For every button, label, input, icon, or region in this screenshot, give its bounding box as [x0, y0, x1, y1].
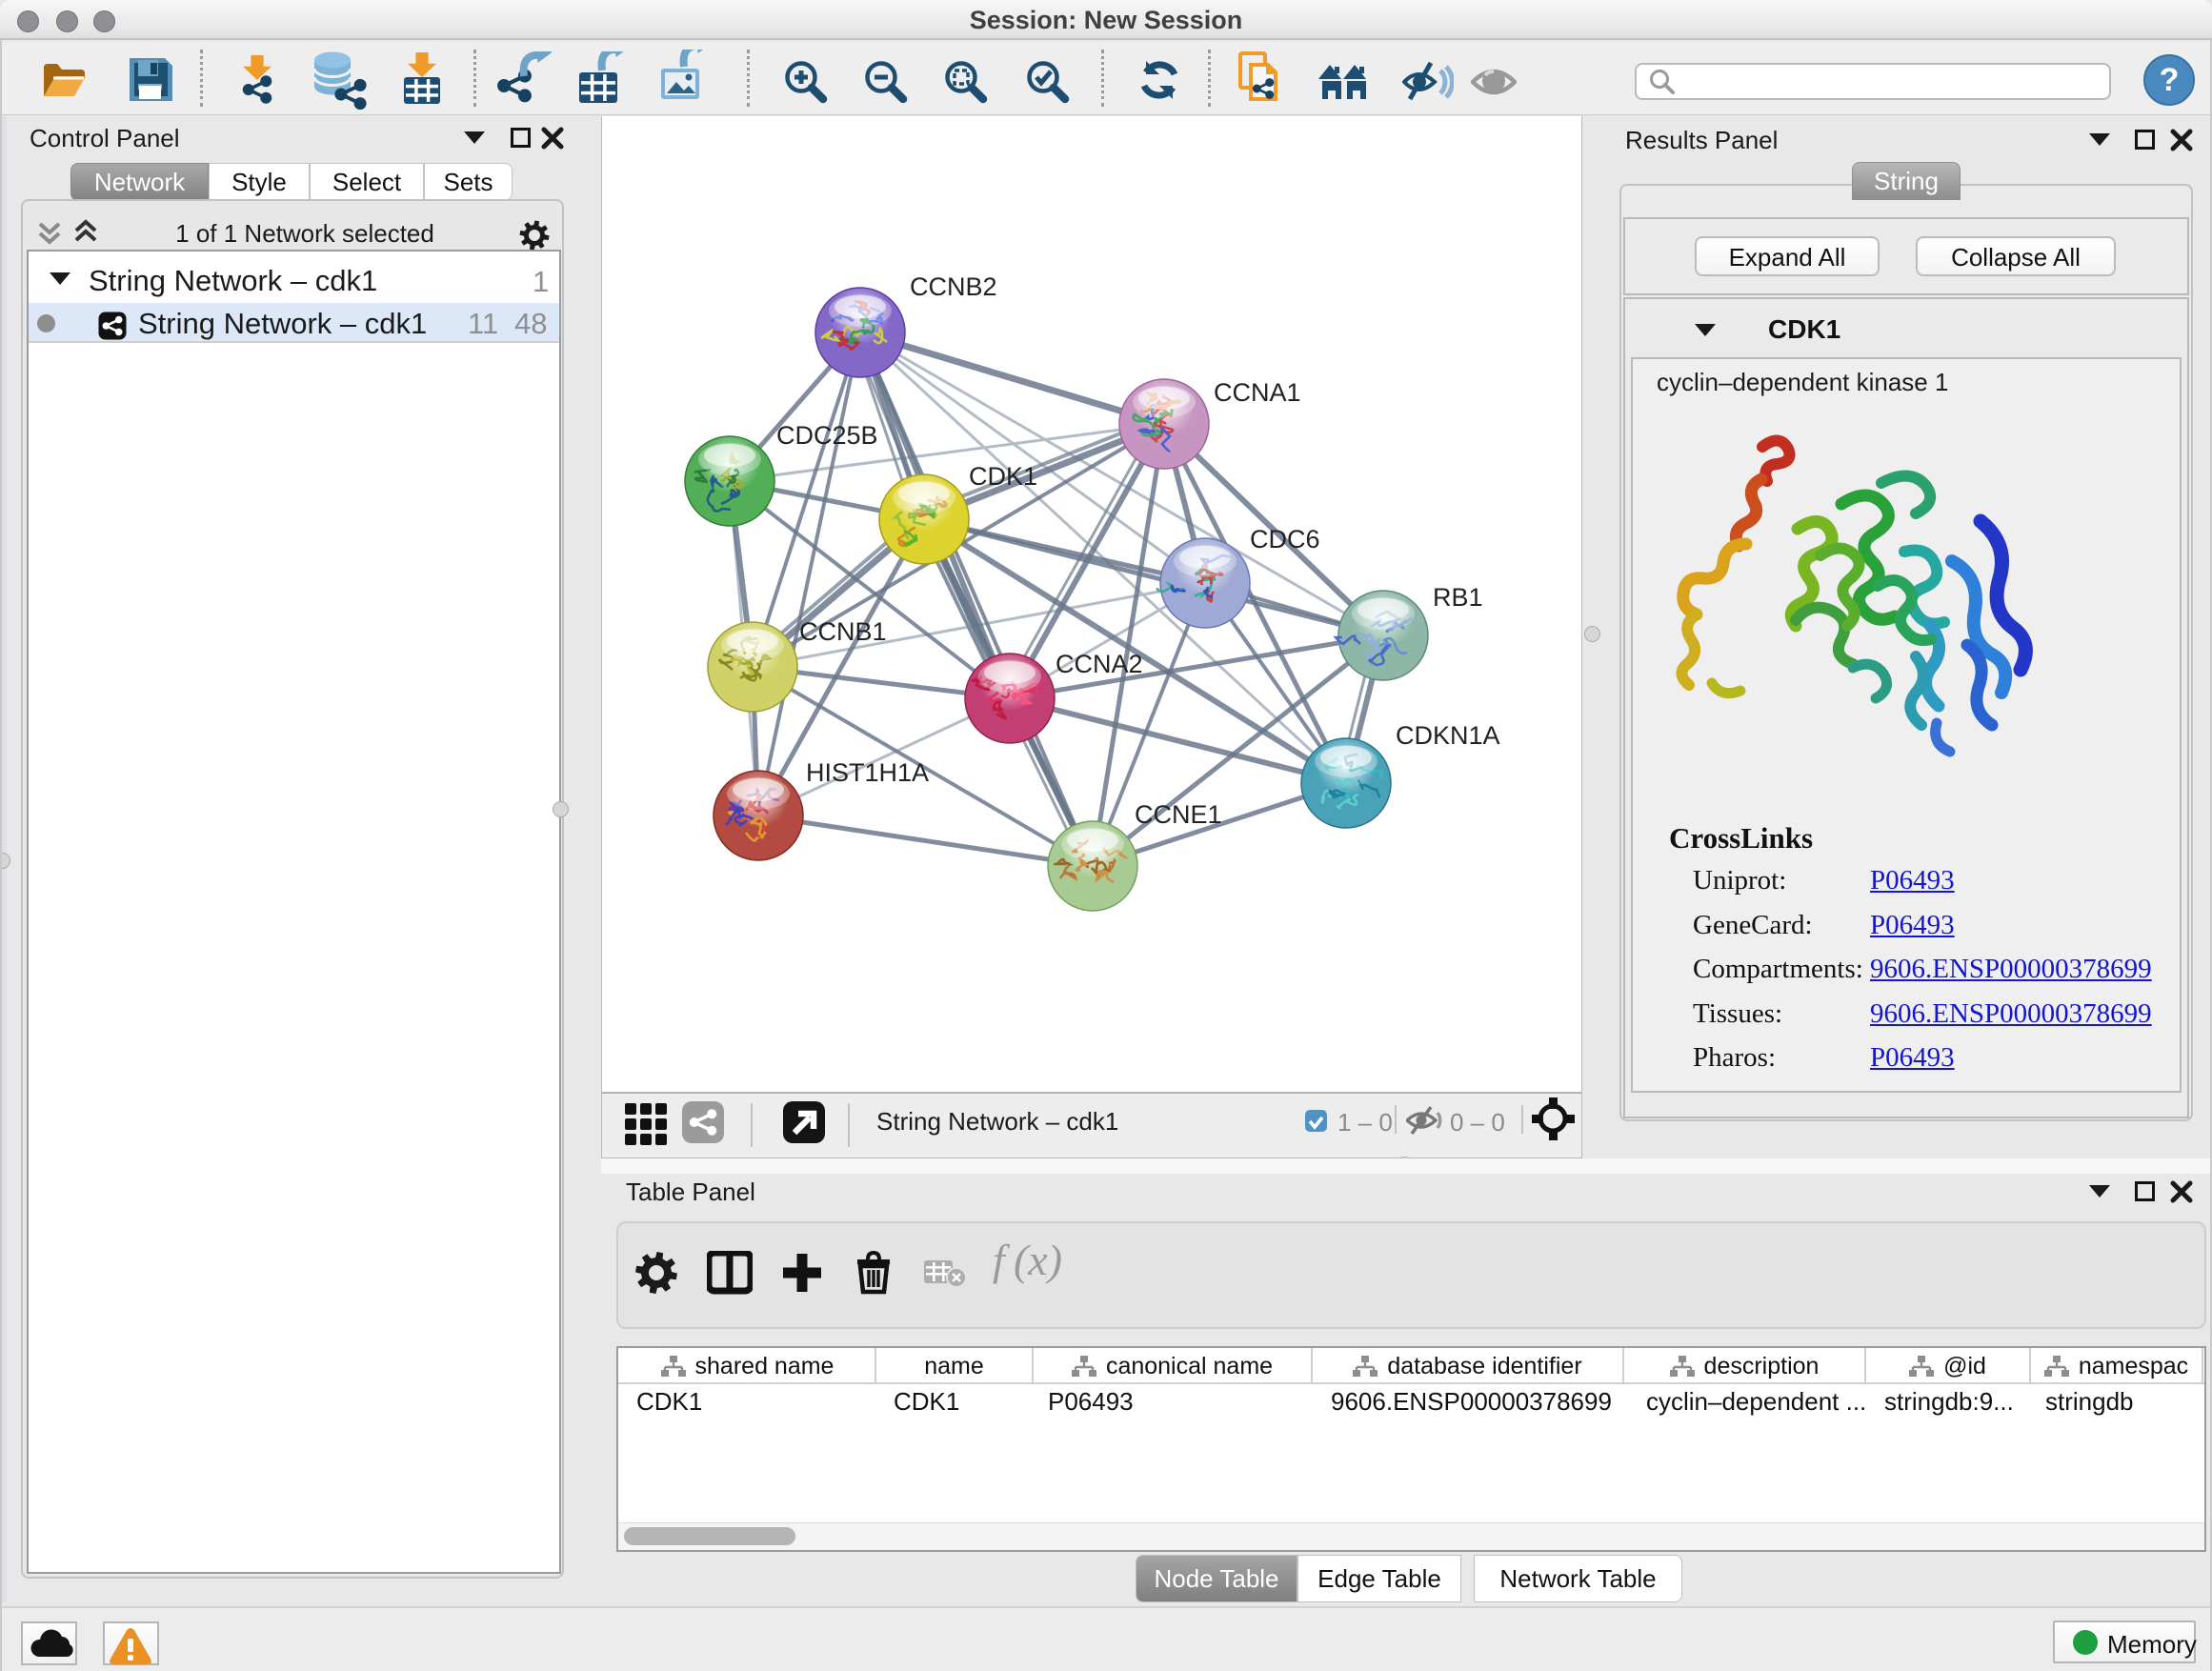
svg-text:CCNB1: CCNB1: [799, 617, 887, 646]
svg-text:CCNB2: CCNB2: [910, 272, 997, 301]
svg-text:CDK1: CDK1: [969, 462, 1037, 491]
svg-text:CDC6: CDC6: [1250, 525, 1320, 554]
svg-text:?: ?: [2160, 62, 2180, 98]
svg-text:CDKN1A: CDKN1A: [1396, 721, 1500, 750]
svg-text:CCNE1: CCNE1: [1135, 800, 1222, 829]
svg-text:HIST1H1A: HIST1H1A: [806, 758, 929, 787]
svg-text:RB1: RB1: [1433, 583, 1483, 612]
svg-text:CDC25B: CDC25B: [776, 421, 878, 450]
svg-text:CCNA2: CCNA2: [1056, 650, 1143, 678]
svg-text:CCNA1: CCNA1: [1214, 378, 1301, 407]
